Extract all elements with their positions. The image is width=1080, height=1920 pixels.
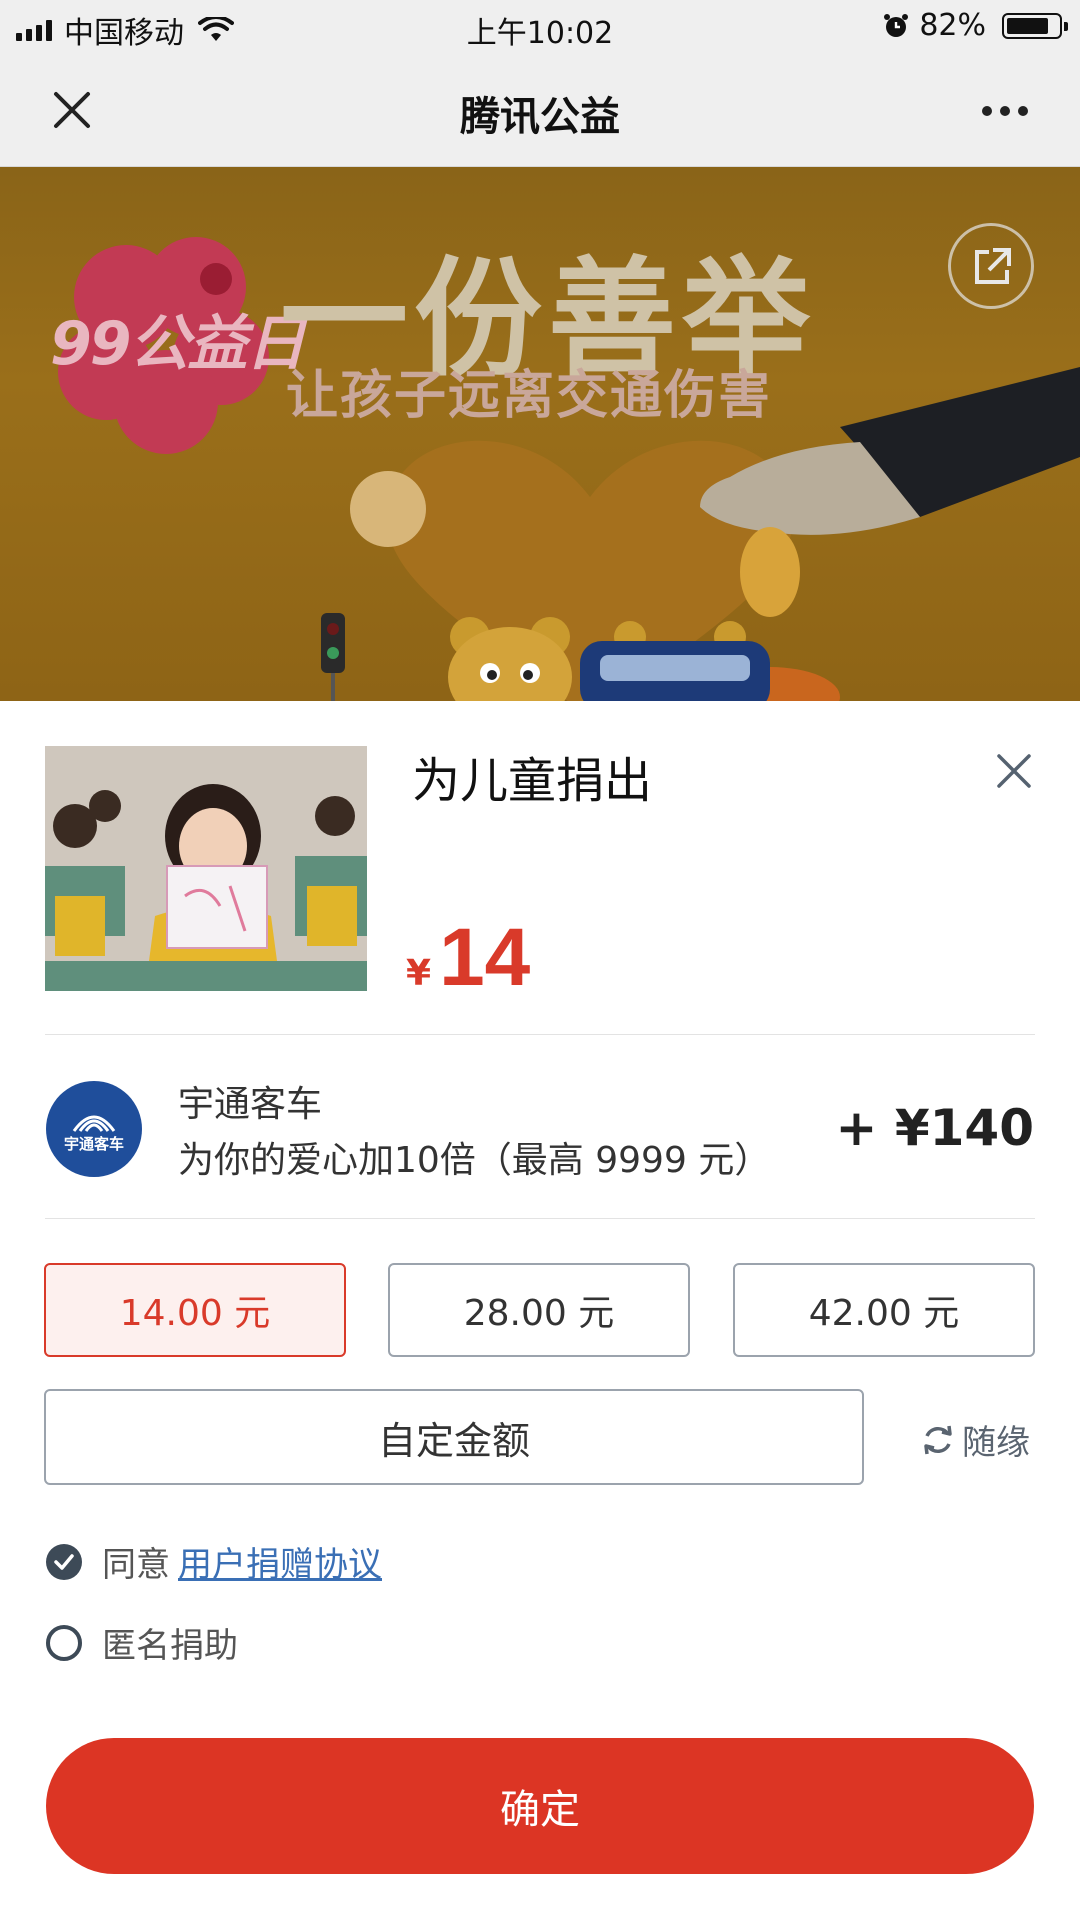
tiger-mascot-illustration <box>448 617 572 701</box>
nav-bar: 腾讯公益 <box>0 54 1080 167</box>
agreement-link[interactable]: 用户捐赠协议 <box>178 1537 382 1586</box>
more-icon[interactable] <box>982 106 1028 116</box>
bus-mascot-illustration <box>580 621 770 701</box>
traffic-light-illustration <box>321 613 345 701</box>
battery-percent: 82% <box>919 8 986 43</box>
amount-option-28[interactable]: 28.00 元 <box>388 1263 690 1357</box>
battery-icon <box>1002 12 1068 39</box>
divider <box>45 1034 1035 1035</box>
anonymous-label: 匿名捐助 <box>102 1626 238 1666</box>
random-label: 随缘 <box>962 1423 1030 1463</box>
refresh-icon <box>924 1425 952 1454</box>
sponsor-description: 为你的爱心加10倍（最高 9999 元） <box>178 1140 771 1181</box>
campaign-banner: 99公益日 一份善举 让孩子远离交通伤害 <box>0 167 1080 701</box>
agree-label: 同意 <box>102 1545 170 1585</box>
custom-amount-button[interactable]: 自定金额 <box>44 1389 864 1485</box>
agree-checkbox[interactable] <box>46 1543 82 1580</box>
donation-panel: 为儿童捐出 ¥14 宇通客车 宇通客车 为你的爱心加10倍（最高 9999 元）… <box>0 701 1080 1920</box>
currency-symbol: ¥ <box>406 953 432 994</box>
divider <box>45 1218 1035 1219</box>
close-icon[interactable] <box>996 753 1032 789</box>
amount-option-42[interactable]: 42.00 元 <box>733 1263 1035 1357</box>
amount-value: 14 <box>439 912 531 1003</box>
status-bar: 中国移动 上午10:02 82% <box>0 0 1080 54</box>
confirm-button[interactable]: 确定 <box>46 1738 1034 1874</box>
random-amount-button[interactable]: 随缘 <box>920 1415 1030 1464</box>
anonymous-row: 匿名捐助 <box>46 1618 238 1667</box>
battery-level <box>1007 17 1048 34</box>
campaign-badge: 99公益日 <box>50 309 305 379</box>
project-thumbnail <box>45 746 367 991</box>
check-icon <box>54 1553 74 1570</box>
amount-option-14[interactable]: 14.00 元 <box>44 1263 346 1357</box>
share-icon <box>975 248 1011 284</box>
anonymous-checkbox[interactable] <box>46 1624 82 1661</box>
agreement-row: 同意 用户捐赠协议 <box>46 1537 382 1586</box>
donation-amount: ¥14 <box>406 911 530 1005</box>
sponsor-name: 宇通客车 <box>178 1084 323 1125</box>
alarm-icon <box>884 13 909 37</box>
sponsor-bonus: + ¥140 <box>835 1099 1034 1157</box>
donation-title: 为儿童捐出 <box>412 753 653 809</box>
share-button[interactable] <box>948 223 1034 309</box>
page-title: 腾讯公益 <box>460 94 620 140</box>
status-right: 82% <box>883 8 1068 43</box>
hand-illustration <box>700 367 1080 617</box>
sponsor-logo: 宇通客车 <box>46 1081 142 1177</box>
